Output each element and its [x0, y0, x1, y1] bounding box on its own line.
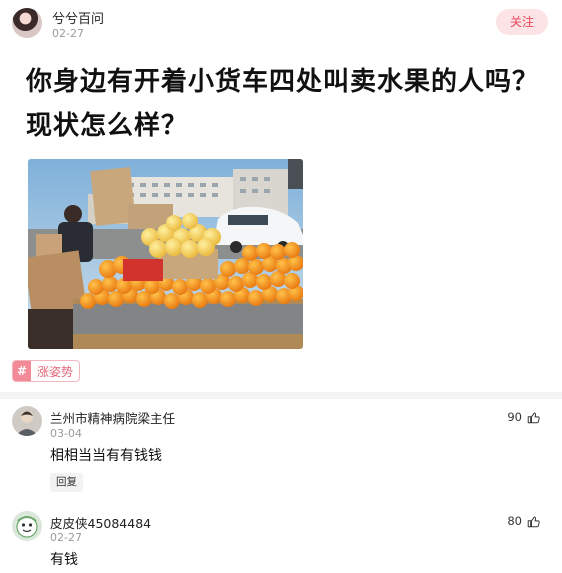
author-avatar[interactable]	[12, 8, 42, 38]
comment-date: 02-27	[50, 531, 82, 544]
commenter-avatar[interactable]	[12, 406, 42, 436]
hash-icon: #	[13, 361, 31, 381]
like-count: 80	[507, 514, 522, 528]
comment-text: 有钱	[50, 552, 78, 568]
commenter-name[interactable]: 皮皮侠45084484	[50, 513, 151, 532]
comment-date: 03-04	[50, 427, 82, 440]
section-divider	[0, 392, 562, 399]
post-photo[interactable]	[28, 159, 303, 349]
comment-item: 皮皮侠45084484 02-27 有钱 80	[0, 505, 562, 573]
commenter-avatar[interactable]	[12, 511, 42, 541]
like-button[interactable]: 90	[507, 410, 540, 424]
fruit-stall-image	[28, 159, 303, 349]
post-header: 兮兮百问 02-27 关注	[0, 0, 562, 48]
like-button[interactable]: 80	[507, 514, 540, 528]
thumbs-up-icon	[527, 516, 540, 527]
commenter-name[interactable]: 兰州市精神病院梁主任	[50, 408, 175, 427]
reply-button[interactable]: 回复	[50, 473, 83, 492]
author-name[interactable]: 兮兮百问	[52, 8, 104, 27]
avatar-image	[12, 511, 42, 541]
comment-item: 兰州市精神病院梁主任 03-04 相相当当有有钱钱 回复 90	[0, 400, 562, 500]
post-title: 你身边有开着小货车四处叫卖水果的人吗？现状怎么样？	[26, 67, 540, 141]
avatar-image	[12, 406, 42, 436]
post-date: 02-27	[52, 27, 84, 40]
topic-label: 涨姿势	[37, 364, 74, 379]
like-count: 90	[507, 410, 522, 424]
thumbs-up-icon	[527, 412, 540, 423]
comment-text: 相相当当有有钱钱	[50, 448, 162, 464]
follow-button[interactable]: 关注	[496, 9, 548, 35]
topic-tag[interactable]: # 涨姿势	[12, 360, 81, 382]
